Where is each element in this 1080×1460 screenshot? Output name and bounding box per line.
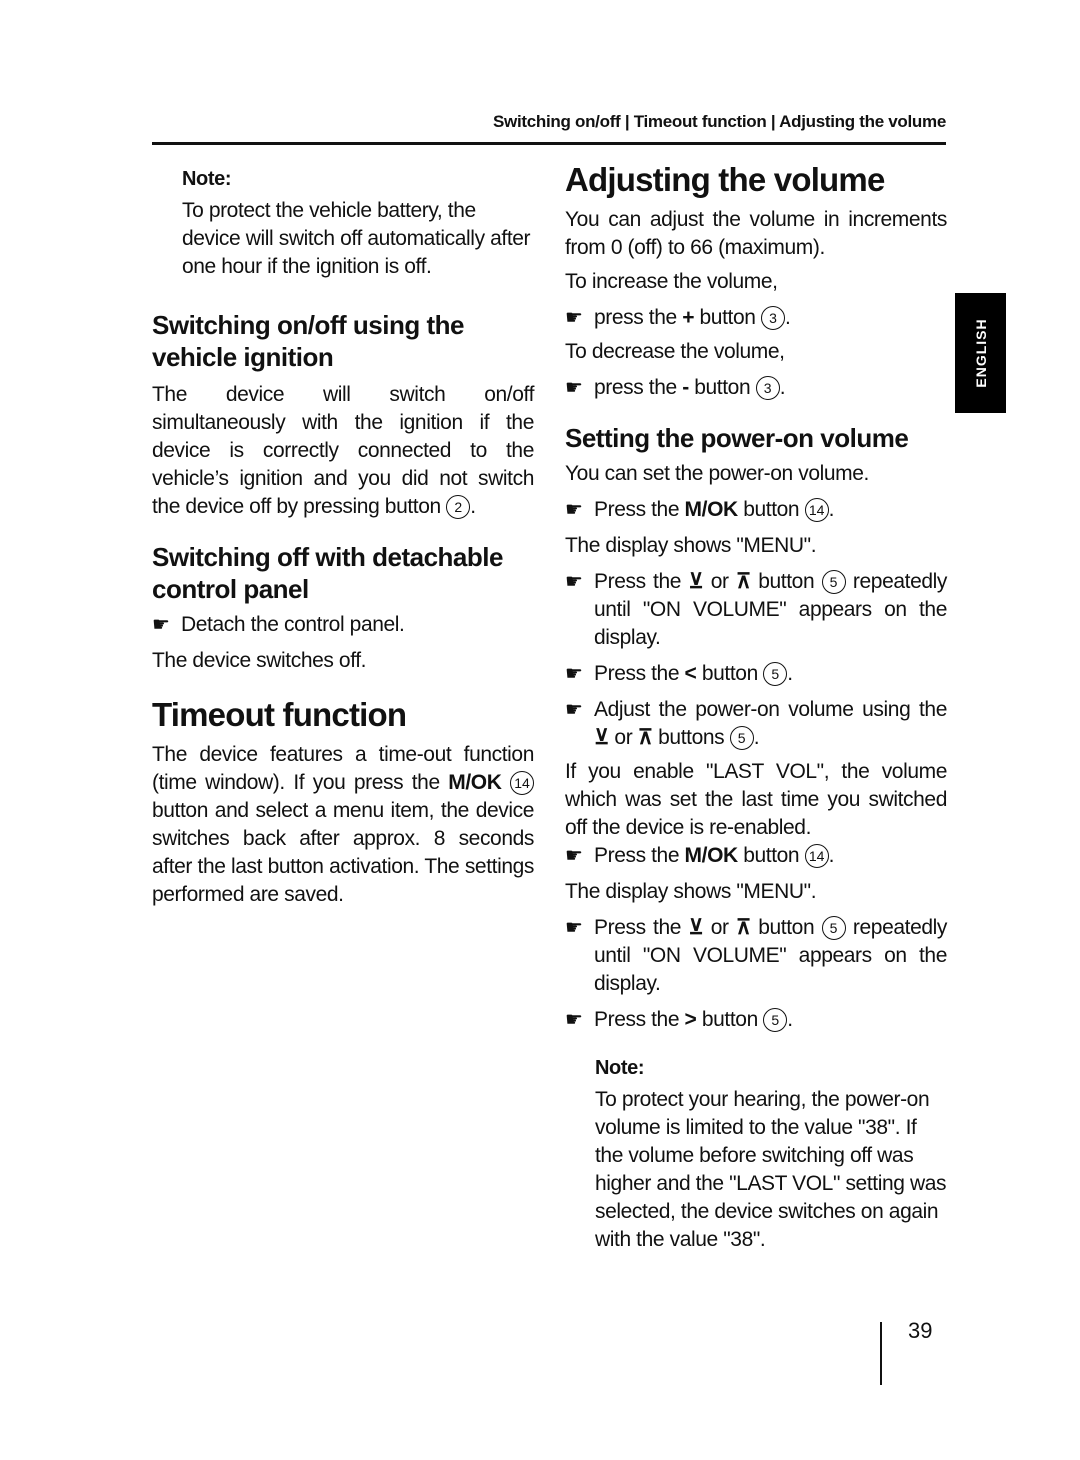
section-heading-detachable: Switching off with detachable control pa… — [152, 542, 503, 604]
hand-pointer-icon: ☛ — [565, 663, 583, 685]
page-number: 39 — [908, 1318, 933, 1343]
step-text: button — [743, 498, 800, 521]
note-text: To protect the vehicle battery, the devi… — [182, 199, 531, 278]
step-text: until "ON VOLUME" appears on the display… — [594, 944, 947, 995]
hand-pointer-icon: ☛ — [152, 614, 170, 636]
step-text: or — [710, 570, 729, 593]
step-item: ☛ Press the > button 5. — [565, 1006, 947, 1034]
right-button-icon: > — [684, 1008, 697, 1031]
volume-intro: You can adjust the volume in increments … — [565, 208, 947, 259]
button-number-badge: 5 — [763, 662, 788, 686]
up-button-icon: ⊼ — [735, 916, 751, 939]
step-text: press the — [594, 306, 677, 329]
step-item: ☛ Press the < button 5. — [565, 660, 947, 688]
step-text: button — [743, 844, 800, 867]
step-text: buttons — [658, 726, 725, 749]
step-item: ☛ press the + button 3. — [565, 304, 947, 332]
step-text: until "ON VOLUME" appears on the display… — [594, 598, 947, 649]
step-item: ☛ Press the ⊻ or ⊼ button 5 repeatedly un… — [565, 568, 947, 652]
section-heading-timeout: Timeout function — [152, 696, 407, 733]
section-heading-power-on: Setting the power-on volume — [565, 423, 909, 453]
display-text: The display shows "MENU". — [565, 534, 817, 557]
hand-pointer-icon: ☛ — [565, 377, 583, 399]
increase-intro: To increase the volume, — [565, 270, 778, 293]
step-item: ☛ Press the ⊻ or ⊼ button 5 repeatedly un… — [565, 914, 947, 998]
step-text: button — [758, 916, 815, 939]
key-label: M/OK — [448, 771, 502, 794]
button-number-badge: 2 — [446, 495, 471, 519]
note-label: Note: — [595, 1057, 645, 1079]
button-number-badge: 3 — [755, 376, 780, 400]
ignition-text: The device will switch on/off simultaneo… — [152, 383, 534, 519]
step-text: or — [614, 726, 633, 749]
button-number-badge: 5 — [821, 570, 846, 594]
button-number-badge: 14 — [804, 844, 829, 868]
last-vol-text: If you enable "LAST VOL", the volume whi… — [565, 760, 947, 839]
hand-pointer-icon: ☛ — [565, 307, 583, 329]
button-number-badge: 14 — [510, 771, 535, 795]
step-item: ☛ Press the M/OK button 14. — [565, 496, 947, 524]
up-button-icon: ⊼ — [637, 726, 653, 749]
step-item: ☛ press the - button 3. — [565, 374, 947, 402]
down-button-icon: ⊻ — [594, 726, 609, 749]
button-number-badge: 5 — [763, 1008, 788, 1032]
step-text: Press the — [594, 844, 680, 867]
left-column: Note: To protect the vehicle battery, th… — [152, 165, 534, 909]
key-label: M/OK — [684, 844, 739, 867]
button-number-badge: 14 — [804, 498, 829, 522]
result-text: The device switches off. — [152, 649, 367, 672]
step-text: Press the — [594, 916, 682, 939]
step-text: Press the — [594, 570, 682, 593]
hand-pointer-icon: ☛ — [565, 699, 583, 721]
step-text: button — [694, 376, 751, 399]
power-on-intro: You can set the power-on volume. — [565, 462, 869, 485]
step-text: repeatedly — [852, 570, 947, 593]
ignition-body: The device will switch on/off simultaneo… — [152, 383, 534, 518]
key-label: - — [682, 376, 689, 399]
step-text: Press the — [594, 662, 680, 685]
section-heading-ignition: Switching on/off using the vehicle ignit… — [152, 310, 464, 372]
step-text: button — [699, 306, 756, 329]
step-text: Adjust the power-on volume using the — [594, 698, 947, 721]
key-label: + — [682, 306, 695, 329]
step-text: Press the — [594, 1008, 680, 1031]
right-column: Adjusting the volume You can adjust the … — [565, 160, 947, 1254]
decrease-intro: To decrease the volume, — [565, 340, 785, 363]
step-item: ☛ Press the M/OK button 14. — [565, 842, 947, 870]
timeout-text: The device features a time-out function … — [152, 741, 534, 909]
step-text: Press the — [594, 498, 680, 521]
step-text: Detach the control panel. — [181, 613, 405, 636]
note-text: To protect your hearing, the power-on vo… — [595, 1088, 947, 1251]
step-text: button — [701, 662, 758, 685]
section-heading-volume: Adjusting the volume — [565, 161, 885, 198]
down-button-icon: ⊻ — [688, 916, 704, 939]
display-text: The display shows "MENU". — [565, 880, 817, 903]
key-label: M/OK — [684, 498, 739, 521]
hand-pointer-icon: ☛ — [565, 499, 583, 521]
step-text: button — [701, 1008, 758, 1031]
header-rule — [152, 142, 946, 145]
down-button-icon: ⊻ — [688, 570, 704, 593]
page-number-rule — [880, 1322, 882, 1385]
left-button-icon: < — [684, 662, 697, 685]
step-text: repeatedly — [852, 916, 947, 939]
hand-pointer-icon: ☛ — [565, 917, 583, 939]
running-head: Switching on/off | Timeout function | Ad… — [493, 112, 946, 131]
step-text: or — [710, 916, 729, 939]
step-item: ☛ Adjust the power-on volume using the ⊻ … — [565, 698, 947, 750]
step-text: button — [758, 570, 815, 593]
button-number-badge: 5 — [729, 726, 754, 750]
button-number-badge: 3 — [760, 306, 785, 330]
timeout-text-b: button and select a menu item, the devic… — [152, 799, 534, 906]
step-item: ☛ Detach the control panel. — [152, 611, 534, 639]
step-text: press the — [594, 376, 677, 399]
up-button-icon: ⊼ — [735, 570, 751, 593]
hand-pointer-icon: ☛ — [565, 845, 583, 867]
button-number-badge: 5 — [821, 916, 846, 940]
language-tab: ENGLISH — [955, 293, 1006, 413]
hand-pointer-icon: ☛ — [565, 1009, 583, 1031]
hand-pointer-icon: ☛ — [565, 571, 583, 593]
language-label: ENGLISH — [972, 318, 989, 388]
note-label: Note: — [182, 168, 232, 190]
